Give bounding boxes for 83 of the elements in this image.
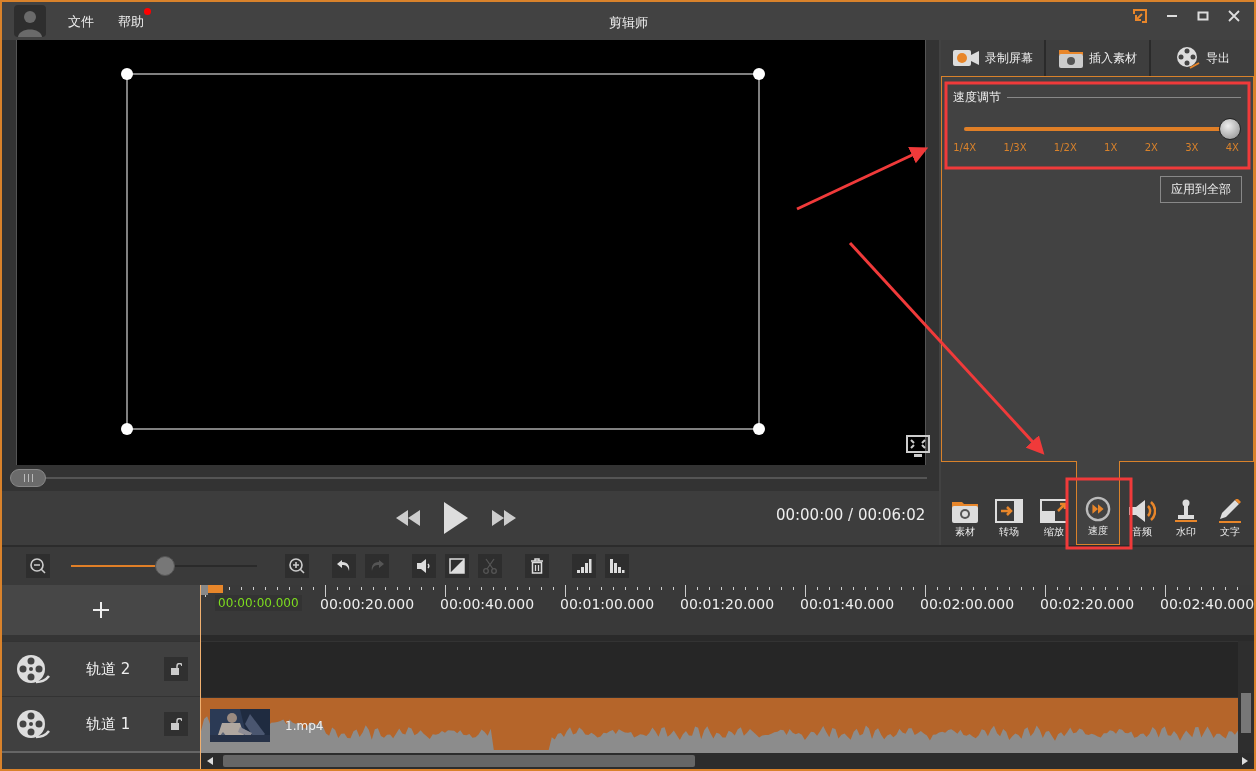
play-icon[interactable] bbox=[443, 502, 468, 534]
scissors-icon bbox=[482, 558, 498, 574]
time-label: 00:01:00.000 bbox=[560, 596, 655, 612]
playhead-marker[interactable] bbox=[201, 585, 223, 595]
scroll-right-icon[interactable] bbox=[1242, 757, 1248, 765]
seek-handle[interactable] bbox=[10, 469, 46, 487]
slider-thumb[interactable] bbox=[155, 556, 175, 576]
delete-button[interactable] bbox=[525, 554, 549, 578]
bars-icon bbox=[576, 558, 592, 574]
menu-item[interactable]: 文件 bbox=[68, 8, 100, 34]
tool-tab[interactable]: 速度 bbox=[1075, 461, 1120, 545]
time-label: 00:01:20.000 bbox=[680, 596, 775, 612]
tool-tab[interactable]: 转场 bbox=[987, 462, 1032, 545]
speed-label: 1X bbox=[1104, 142, 1118, 153]
levels-button[interactable] bbox=[572, 554, 596, 578]
speaker-icon bbox=[416, 558, 432, 574]
speed-label: 3X bbox=[1185, 142, 1199, 153]
time-label: 00:02:40.000 bbox=[1160, 596, 1254, 612]
action-button[interactable]: 录制屏幕 bbox=[941, 40, 1045, 76]
lock-button[interactable] bbox=[164, 657, 188, 681]
time-label: 00:02:00.000 bbox=[920, 596, 1015, 612]
speaker-icon bbox=[1127, 499, 1156, 523]
time-ruler[interactable]: 00:00:00.000 00:00:20.000 00:00:40.000 00:01:00.000 00:01:20.000 00:01:40.000 00:02:00.000 00:02:20.000 00:02:40.000 bbox=[201, 585, 1254, 635]
transition-icon bbox=[995, 499, 1024, 523]
current-time: 00:00:00.000 bbox=[215, 595, 302, 611]
track-name: 轨道 1 bbox=[86, 714, 132, 734]
speed-label: 2X bbox=[1144, 142, 1158, 153]
avatar-icon[interactable] bbox=[14, 5, 46, 37]
time-label: 00:00:20.000 bbox=[320, 596, 415, 612]
plus-icon bbox=[92, 601, 110, 619]
maximize-icon[interactable] bbox=[1197, 10, 1209, 22]
tool-tab[interactable]: 缩放 bbox=[1031, 462, 1076, 545]
folder-camera-icon bbox=[1058, 48, 1083, 68]
time-display: 00:00:00 / 00:06:02 bbox=[775, 506, 926, 524]
tool-tab[interactable]: 水印 bbox=[1163, 462, 1208, 545]
audio-button[interactable] bbox=[445, 554, 469, 578]
fast-forward-icon[interactable] bbox=[491, 510, 516, 526]
zoom-in-button[interactable] bbox=[285, 554, 309, 578]
menu-item[interactable]: 帮助 bbox=[118, 8, 150, 34]
volume-button[interactable] bbox=[412, 554, 436, 578]
close-icon[interactable] bbox=[1228, 10, 1240, 22]
rewind-icon[interactable] bbox=[395, 510, 420, 526]
time-label: 00:01:40.000 bbox=[800, 596, 895, 612]
slider-thumb[interactable] bbox=[1219, 118, 1241, 140]
tool-tab[interactable]: 音频 bbox=[1119, 462, 1164, 545]
restore-icon[interactable] bbox=[1133, 9, 1147, 23]
horizontal-scrollbar[interactable] bbox=[201, 753, 1254, 769]
lock-button[interactable] bbox=[164, 712, 188, 736]
unlock-icon bbox=[170, 663, 182, 675]
scroll-left-icon[interactable] bbox=[207, 757, 213, 765]
zoom-out-icon bbox=[30, 558, 46, 574]
window-title: 剪辑师 bbox=[608, 14, 648, 32]
apply-all-button[interactable]: 应用到全部 bbox=[1160, 176, 1242, 203]
folder-camera-icon bbox=[951, 499, 980, 523]
fast-forward-icon bbox=[1084, 496, 1111, 522]
film-reel-icon bbox=[16, 654, 50, 684]
tool-tab[interactable]: 文字 bbox=[1207, 462, 1252, 545]
speed-label: 1/2X bbox=[1053, 142, 1077, 153]
camera-icon bbox=[952, 50, 979, 66]
speed-label: 1/3X bbox=[1003, 142, 1027, 153]
zoom-in-icon bbox=[289, 558, 305, 574]
vertical-scrollbar[interactable] bbox=[1238, 641, 1254, 753]
bars-icon bbox=[609, 558, 625, 574]
time-label: 00:00:40.000 bbox=[440, 596, 535, 612]
speed-label: 1/4X bbox=[953, 142, 977, 153]
tool-tab[interactable]: 素材 bbox=[943, 462, 988, 545]
action-button[interactable]: 插入素材 bbox=[1046, 40, 1150, 76]
film-reel-icon bbox=[16, 709, 50, 739]
action-button[interactable]: 导出 bbox=[1151, 40, 1254, 76]
zoom-out-button[interactable] bbox=[26, 554, 50, 578]
unlock-icon bbox=[170, 718, 182, 730]
speed-label: 4X bbox=[1225, 142, 1239, 153]
fullscreen-icon[interactable] bbox=[906, 435, 931, 459]
clip-name: 1.mp4 bbox=[285, 719, 324, 733]
time-label: 00:02:20.000 bbox=[1040, 596, 1135, 612]
film-reel-icon bbox=[1175, 46, 1200, 70]
equalizer-button[interactable] bbox=[605, 554, 629, 578]
section-title: 速度调节 bbox=[953, 89, 1002, 106]
trash-icon bbox=[529, 558, 545, 574]
track-name: 轨道 2 bbox=[86, 659, 132, 679]
audio-image-icon bbox=[449, 558, 465, 574]
resize-icon bbox=[1039, 499, 1068, 523]
undo-button[interactable] bbox=[332, 554, 356, 578]
